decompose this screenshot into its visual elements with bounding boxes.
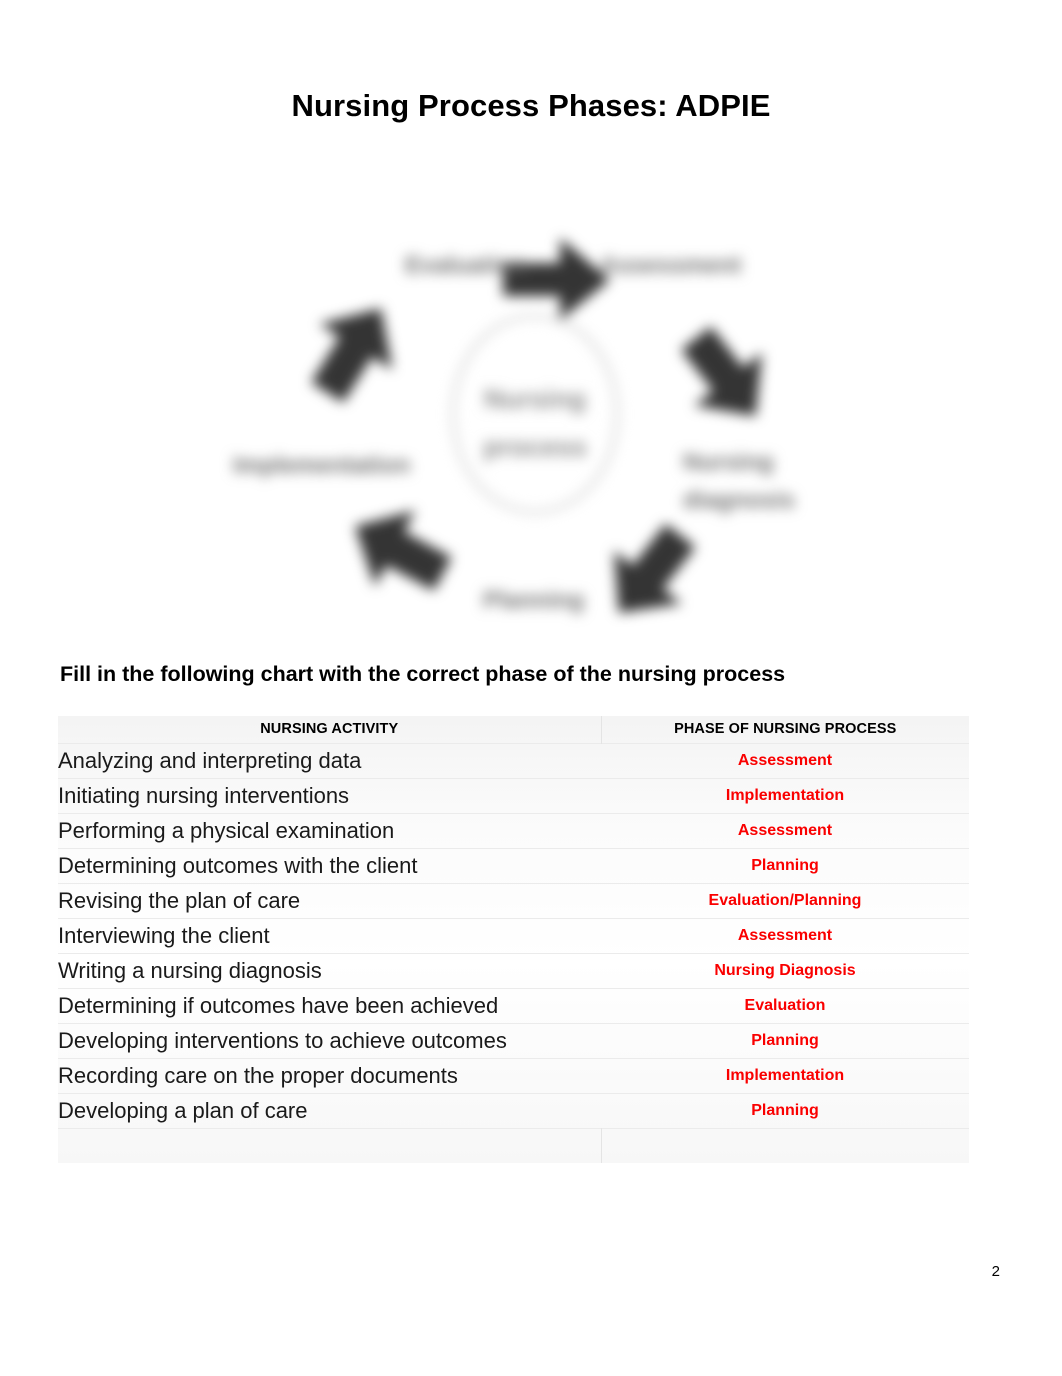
cell-phase-answer[interactable]: Planning	[601, 1092, 969, 1128]
diagram-label-evaluation: Evaluation	[405, 252, 526, 279]
cell-nursing-activity: Developing a plan of care	[58, 1092, 601, 1128]
nursing-activity-chart: NURSING ACTIVITY PHASE OF NURSING PROCES…	[58, 716, 969, 1163]
table-row: Recording care on the proper documents Im…	[58, 1057, 969, 1093]
table-row: Analyzing and interpreting data Assessmen…	[58, 742, 969, 778]
cell-phase-answer[interactable]: Assessment	[601, 812, 969, 848]
cell-phase-answer[interactable]: Implementation	[601, 777, 969, 813]
table-row: Writing a nursing diagnosis Nursing Diagn…	[58, 952, 969, 988]
cell-phase-answer[interactable]: Planning	[601, 1022, 969, 1058]
diagram-label-planning: Planning	[483, 587, 584, 614]
cell-nursing-activity: Writing a nursing diagnosis	[58, 952, 601, 988]
table-row: Developing a plan of care Planning	[58, 1092, 969, 1128]
table-row: Determining outcomes with the client Plan…	[58, 847, 969, 883]
page-number: 2	[991, 1263, 1000, 1280]
document-page: Nursing Process Phases: ADPIE Nursing pr…	[0, 0, 1062, 1376]
center-label-line1: Nursing	[484, 384, 586, 414]
center-label-line2: process	[483, 432, 587, 462]
table-header-row: NURSING ACTIVITY PHASE OF NURSING PROCES…	[58, 716, 969, 743]
table-row: Performing a physical examination Assessm…	[58, 812, 969, 848]
column-header-phase: PHASE OF NURSING PROCESS	[674, 721, 897, 738]
arrow-right-down	[681, 326, 762, 417]
diagram-label-assessment: Assessment	[600, 252, 741, 279]
table-header: NURSING ACTIVITY PHASE OF NURSING PROCES…	[58, 716, 969, 743]
cell-phase-answer[interactable]: Assessment	[601, 742, 969, 778]
cell-phase-answer[interactable]: Evaluation/Planning	[601, 882, 969, 918]
center-ellipse	[451, 314, 619, 514]
cell-nursing-activity: Determining if outcomes have been achiev…	[58, 987, 601, 1023]
table-footer-cell-left	[58, 1127, 602, 1163]
page-title: Nursing Process Phases: ADPIE	[291, 88, 771, 123]
table-row: Developing interventions to achieve outc…	[58, 1022, 969, 1058]
cell-phase-answer[interactable]: Evaluation	[601, 987, 969, 1023]
arrow-top-right	[503, 238, 610, 320]
cell-nursing-activity: Initiating nursing interventions	[58, 777, 601, 813]
arrow-bottom-right-down-left	[613, 523, 696, 613]
instruction-text: Fill in the following chart with the cor…	[60, 662, 786, 686]
table-body: Analyzing and interpreting data Assessmen…	[58, 742, 969, 1163]
cell-nursing-activity: Interviewing the client	[58, 917, 601, 953]
arrow-bottom-left-up-left	[354, 510, 452, 591]
table-row: Determining if outcomes have been achiev…	[58, 987, 969, 1023]
column-header-nursing-activity: NURSING ACTIVITY	[58, 716, 602, 743]
diagram-label-nursing-diagnosis-line1: Nursing	[683, 449, 774, 476]
cell-nursing-activity: Analyzing and interpreting data	[58, 742, 601, 778]
diagram-blur-layer: Nursing process Evaluation Assessment Im…	[215, 168, 855, 648]
diagram-label-implementation: Implementation	[233, 452, 410, 479]
cell-nursing-activity: Revising the plan of care	[58, 882, 601, 918]
table-footer-row	[58, 1127, 969, 1163]
diagram-label-nursing-diagnosis-line2: diagnosis	[683, 487, 795, 514]
nursing-process-cycle-diagram: Nursing process Evaluation Assessment Im…	[215, 168, 855, 648]
table-row: Initiating nursing interventions Implemen…	[58, 777, 969, 813]
arrow-left-up-right	[311, 308, 393, 403]
table-row: Interviewing the client Assessment	[58, 917, 969, 953]
cell-phase-answer[interactable]: Planning	[601, 847, 969, 883]
cell-nursing-activity: Determining outcomes with the client	[58, 847, 601, 883]
cell-nursing-activity: Performing a physical examination	[58, 812, 601, 848]
table-row: Revising the plan of care Evaluation/Plan…	[58, 882, 969, 918]
cell-phase-answer[interactable]: Implementation	[601, 1057, 969, 1093]
cell-phase-answer[interactable]: Nursing Diagnosis	[601, 952, 969, 988]
table-footer-cell-right	[601, 1127, 969, 1163]
cell-nursing-activity: Recording care on the proper documents	[58, 1057, 601, 1093]
cycle-diagram-svg: Nursing process Evaluation Assessment Im…	[233, 238, 795, 614]
cell-nursing-activity: Developing interventions to achieve outc…	[58, 1022, 601, 1058]
cell-phase-answer[interactable]: Assessment	[601, 917, 969, 953]
